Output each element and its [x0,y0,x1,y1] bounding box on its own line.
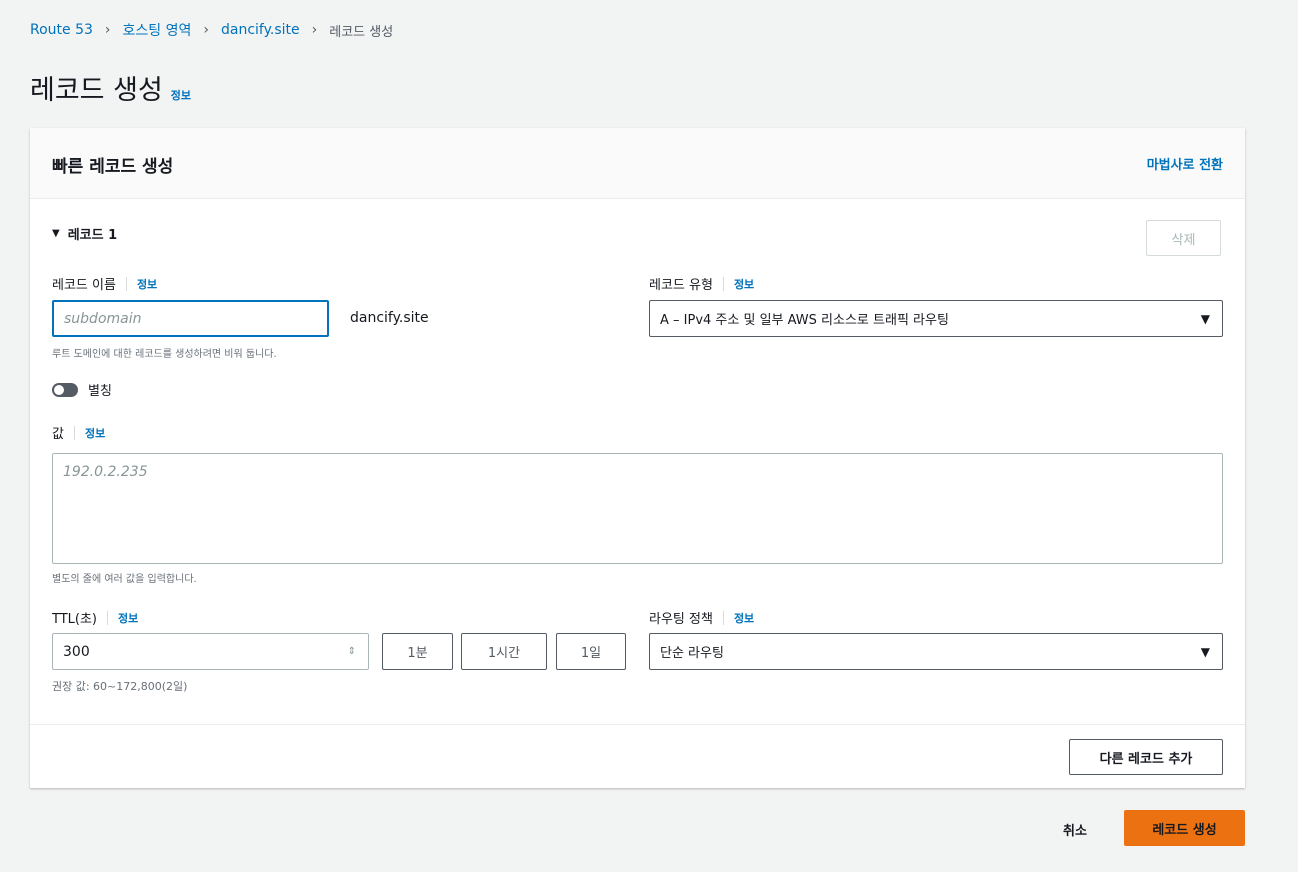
ttl-preset-1day[interactable]: 1일 [556,633,626,670]
ttl-input[interactable]: 300 ⇕ [52,633,369,670]
breadcrumb: Route 53 › 호스팅 영역 › dancify.site › 레코드 생… [30,20,393,40]
panel-header: 빠른 레코드 생성 마법사로 전환 [30,128,1245,199]
create-records-button[interactable]: 레코드 생성 [1124,810,1245,846]
record-type-info-link[interactable]: 정보 [734,276,754,292]
page-info-link[interactable]: 정보 [171,87,191,103]
switch-to-wizard-link[interactable]: 마법사로 전환 [1147,154,1223,173]
record-name-label-row: 레코드 이름 정보 [52,274,157,293]
divider [73,425,75,440]
record-name-placeholder: subdomain [64,310,142,327]
ttl-preset-1min[interactable]: 1분 [382,633,453,670]
breadcrumb-domain[interactable]: dancify.site [221,22,300,38]
routing-policy-info-link[interactable]: 정보 [734,610,754,626]
value-textarea[interactable]: 192.0.2.235 [52,453,1223,564]
record-type-select[interactable]: A – IPv4 주소 및 일부 AWS 리소스로 트래픽 라우팅 ▼ [649,300,1223,337]
breadcrumb-route53[interactable]: Route 53 [30,22,93,38]
toggle-knob [54,384,64,395]
alias-toggle-row: 별칭 [52,380,112,399]
record-name-input[interactable]: subdomain [52,300,329,337]
ttl-preset-1hour[interactable]: 1시간 [461,633,547,670]
record-type-selected: A – IPv4 주소 및 일부 AWS 리소스로 트래픽 라우팅 [660,313,949,328]
ttl-hint: 권장 값: 60~172,800(2일) [52,680,188,693]
ttl-value: 300 [63,643,90,660]
value-info-link[interactable]: 정보 [85,425,105,441]
chevron-right-icon: › [203,22,209,38]
record-type-label: 레코드 유형 [649,278,713,293]
divider [722,276,724,291]
record-name-label: 레코드 이름 [52,278,116,293]
chevron-right-icon: › [104,22,111,38]
quick-create-panel: 빠른 레코드 생성 마법사로 전환 ▼ 레코드 1 삭제 레코드 이름 정보 s… [30,128,1245,788]
ttl-label: TTL(초) [52,612,97,627]
domain-suffix: dancify.site [350,310,429,326]
record-section-label: 레코드 1 [67,228,118,243]
chevron-right-icon: › [311,22,318,38]
value-label-row: 값 정보 [52,423,105,442]
divider [107,610,108,625]
panel-title: 빠른 레코드 생성 [52,157,174,177]
routing-policy-selected: 단순 라우팅 [660,646,724,661]
section-divider [30,724,1245,725]
divider [722,610,724,625]
stepper-icon[interactable]: ⇕ [348,646,356,657]
record-type-label-row: 레코드 유형 정보 [649,274,754,293]
routing-policy-select[interactable]: 단순 라우팅 ▼ [649,633,1223,670]
caret-down-icon: ▼ [52,228,60,239]
delete-button[interactable]: 삭제 [1146,220,1221,256]
record-section-toggle[interactable]: ▼ 레코드 1 [52,224,117,243]
ttl-info-link[interactable]: 정보 [118,610,138,626]
caret-down-icon: ▼ [1200,644,1210,659]
record-name-info-link[interactable]: 정보 [137,276,157,292]
breadcrumb-current: 레코드 생성 [329,24,394,40]
value-hint: 별도의 줄에 여러 값을 입력합니다. [52,574,197,585]
caret-down-icon: ▼ [1200,311,1210,326]
page-title: 레코드 생성 정보 [30,68,191,107]
breadcrumb-hosted-zones[interactable]: 호스팅 영역 [123,20,192,40]
page-title-text: 레코드 생성 [30,75,163,106]
record-name-hint: 루트 도메인에 대한 레코드를 생성하려면 비워 둡니다. [52,349,277,360]
ttl-label-row: TTL(초) 정보 [52,608,138,627]
routing-policy-label-row: 라우팅 정책 정보 [649,608,754,627]
alias-label: 별칭 [88,384,112,399]
value-placeholder: 192.0.2.235 [63,464,148,480]
add-another-record-button[interactable]: 다른 레코드 추가 [1069,739,1223,775]
cancel-button[interactable]: 취소 [1063,820,1087,839]
value-label: 값 [52,427,64,442]
routing-policy-label: 라우팅 정책 [649,612,713,627]
alias-toggle[interactable] [52,382,78,397]
divider [125,276,127,291]
